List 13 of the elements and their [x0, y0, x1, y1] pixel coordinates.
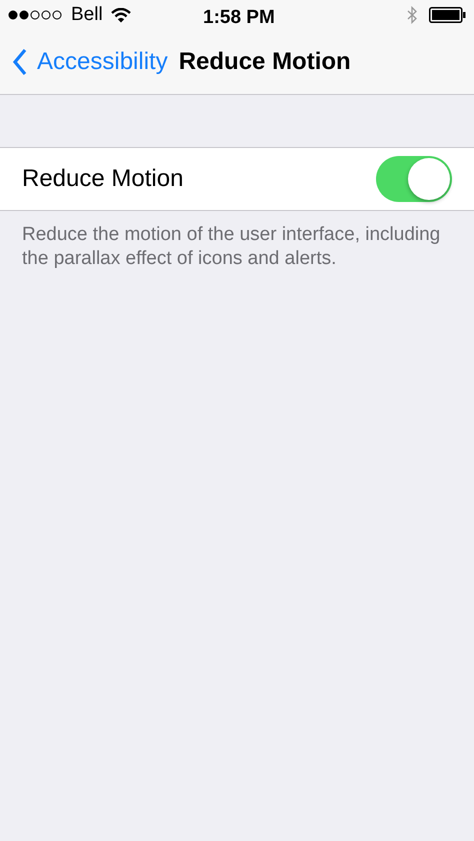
- carrier-name: Bell: [71, 2, 103, 27]
- toggle-switch[interactable]: [376, 156, 452, 202]
- clock-time: 1:58 PM: [203, 6, 275, 30]
- bluetooth-icon: [407, 6, 417, 24]
- footer-description: Reduce the motion of the user interface, including the parallax effect of icons and alerts.: [21, 223, 442, 271]
- chevron-left-icon: [12, 48, 28, 76]
- battery-icon: [429, 7, 466, 23]
- toggle-knob: [408, 158, 450, 200]
- back-button[interactable]: Accessibility: [0, 44, 168, 80]
- signal-icon: [8, 10, 64, 20]
- setting-label: Reduce Motion: [22, 164, 184, 194]
- wifi-icon: [110, 8, 131, 22]
- page-title: Reduce Motion: [178, 47, 351, 77]
